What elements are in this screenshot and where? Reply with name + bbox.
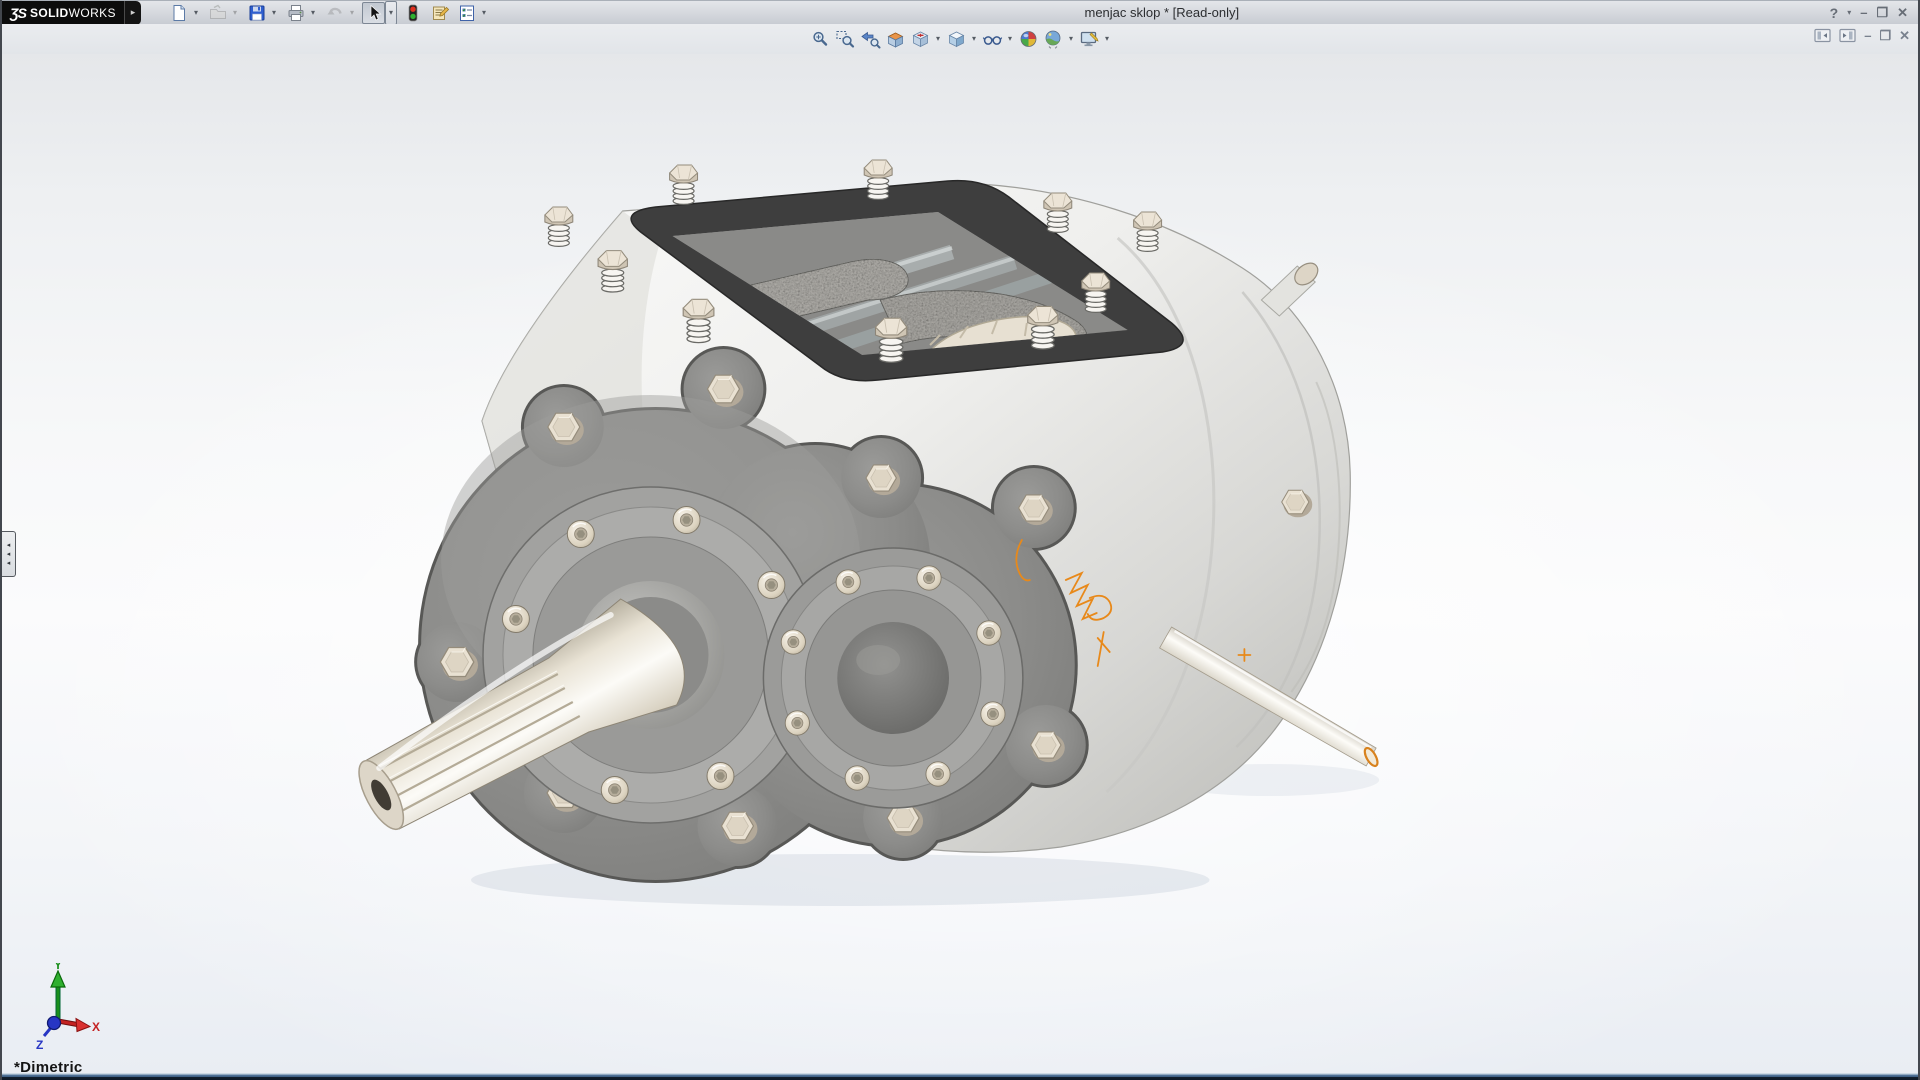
section-view-button[interactable] (883, 26, 908, 51)
title-bar: ƷS SOLIDWORKS ▸ ▾ (2, 0, 1918, 24)
view-orientation-button[interactable] (908, 26, 933, 51)
file-properties-icon (431, 4, 449, 22)
select-cursor-icon (365, 4, 383, 22)
view-toolbar-row: ▾ ▾ ▾ (2, 24, 1918, 54)
close-button[interactable]: ✕ (1897, 6, 1908, 19)
pane-toggle-left-icon (1814, 28, 1831, 43)
print-dropdown[interactable]: ▾ (307, 2, 319, 24)
new-document-dropdown[interactable]: ▾ (190, 2, 202, 24)
zoom-to-area-icon (835, 29, 855, 49)
appearance-sphere-icon (1018, 29, 1038, 49)
document-window-controls: – ❐ ✕ (1814, 28, 1910, 43)
save-button[interactable] (245, 2, 268, 24)
section-view-icon (885, 29, 905, 49)
new-document-button[interactable] (167, 2, 190, 24)
window-title: menjac sklop * [Read-only] (494, 5, 1830, 21)
graphics-area[interactable]: ◂ ◂ ◂ Y X Z *Dimetric (2, 54, 1918, 1073)
previous-view-button[interactable] (858, 26, 883, 51)
zoom-to-fit-icon (810, 29, 830, 49)
breather-stub[interactable] (1261, 259, 1322, 316)
display-style-button[interactable] (944, 26, 969, 51)
heads-up-view-toolbar: ▾ ▾ ▾ (808, 26, 1113, 51)
eyeglasses-icon (982, 29, 1002, 49)
z-axis-label: Z (36, 1038, 43, 1052)
undo-dropdown[interactable]: ▾ (346, 2, 358, 24)
view-settings-dropdown[interactable]: ▾ (1102, 26, 1113, 51)
file-properties-button[interactable] (428, 2, 451, 24)
window-controls: ? ▾ – ❐ ✕ (1830, 6, 1908, 20)
undo-button[interactable] (323, 2, 346, 24)
collapse-arrow-icon: ◂ (7, 560, 11, 567)
document-close-button[interactable]: ✕ (1899, 29, 1910, 42)
document-restore-button[interactable]: ❐ (1879, 29, 1891, 42)
y-axis-arrowhead (51, 971, 65, 987)
print-button[interactable] (284, 2, 307, 24)
x-axis-arrowhead (76, 1019, 90, 1032)
help-dropdown[interactable]: ▾ (1847, 9, 1851, 17)
traffic-light-icon (404, 4, 422, 22)
view-orientation-dropdown[interactable]: ▾ (933, 26, 944, 51)
new-document-icon (170, 4, 188, 22)
select-tool-button[interactable] (362, 2, 385, 24)
save-dropdown[interactable]: ▾ (268, 2, 280, 24)
view-orientation-icon (910, 29, 930, 49)
options-button[interactable] (455, 2, 478, 24)
zoom-to-fit-button[interactable] (808, 26, 833, 51)
view-settings-monitor-icon (1079, 29, 1099, 49)
open-dropdown[interactable]: ▾ (229, 2, 241, 24)
document-minimize-button[interactable]: – (1864, 29, 1871, 42)
restore-button[interactable]: ❐ (1876, 6, 1888, 19)
solidworks-logo: ƷS SOLIDWORKS (2, 1, 124, 25)
input-bearing-flange[interactable] (763, 548, 1022, 808)
ds-logo-icon: ƷS (10, 5, 26, 21)
undo-icon (326, 4, 344, 22)
gearbox-assembly-model[interactable] (2, 54, 1918, 1073)
pane-toggle-right-icon (1839, 28, 1856, 43)
hide-show-items-button[interactable] (980, 26, 1005, 51)
minimize-button[interactable]: – (1860, 6, 1867, 19)
z-axis-sphere (48, 1017, 61, 1030)
apply-scene-dropdown[interactable]: ▾ (1066, 26, 1077, 51)
edit-appearance-button[interactable] (1016, 26, 1041, 51)
display-style-dropdown[interactable]: ▾ (969, 26, 980, 51)
previous-view-icon (860, 29, 880, 49)
save-floppy-icon (248, 4, 266, 22)
select-tool-dropdown[interactable]: ▾ (385, 1, 397, 25)
rebuild-button[interactable] (401, 2, 424, 24)
options-dropdown[interactable]: ▾ (478, 2, 490, 24)
hide-show-items-dropdown[interactable]: ▾ (1005, 26, 1016, 51)
collapse-pane-right-button[interactable] (1839, 28, 1856, 43)
collapse-arrow-icon: ◂ (7, 551, 11, 558)
view-settings-button[interactable] (1077, 26, 1102, 51)
solidworks-window: ƷS SOLIDWORKS ▸ ▾ (0, 0, 1920, 1080)
collapse-arrow-icon: ◂ (7, 542, 11, 549)
menu-expand-arrow[interactable]: ▸ (124, 1, 141, 25)
brand-bold: SOLID (30, 6, 69, 20)
scene-sphere-icon (1043, 29, 1063, 49)
window-bottom-border (2, 1073, 1918, 1080)
help-button[interactable]: ? (1830, 6, 1839, 20)
collapse-pane-left-button[interactable] (1814, 28, 1831, 43)
display-style-icon (946, 29, 966, 49)
print-icon (287, 4, 305, 22)
view-orientation-label: *Dimetric (14, 1059, 83, 1073)
brand-light: WORKS (69, 6, 116, 20)
open-folder-icon (209, 4, 227, 22)
standard-toolbar: ▾ ▾ (167, 1, 494, 25)
zoom-to-area-button[interactable] (833, 26, 858, 51)
reference-triad[interactable]: Y X Z (18, 963, 102, 1053)
open-button[interactable] (206, 2, 229, 24)
x-axis-label: X (92, 1020, 100, 1034)
y-axis-label: Y (54, 963, 62, 972)
feature-manager-collapsed-tab[interactable]: ◂ ◂ ◂ (2, 531, 16, 577)
apply-scene-button[interactable] (1041, 26, 1066, 51)
options-list-icon (458, 4, 476, 22)
